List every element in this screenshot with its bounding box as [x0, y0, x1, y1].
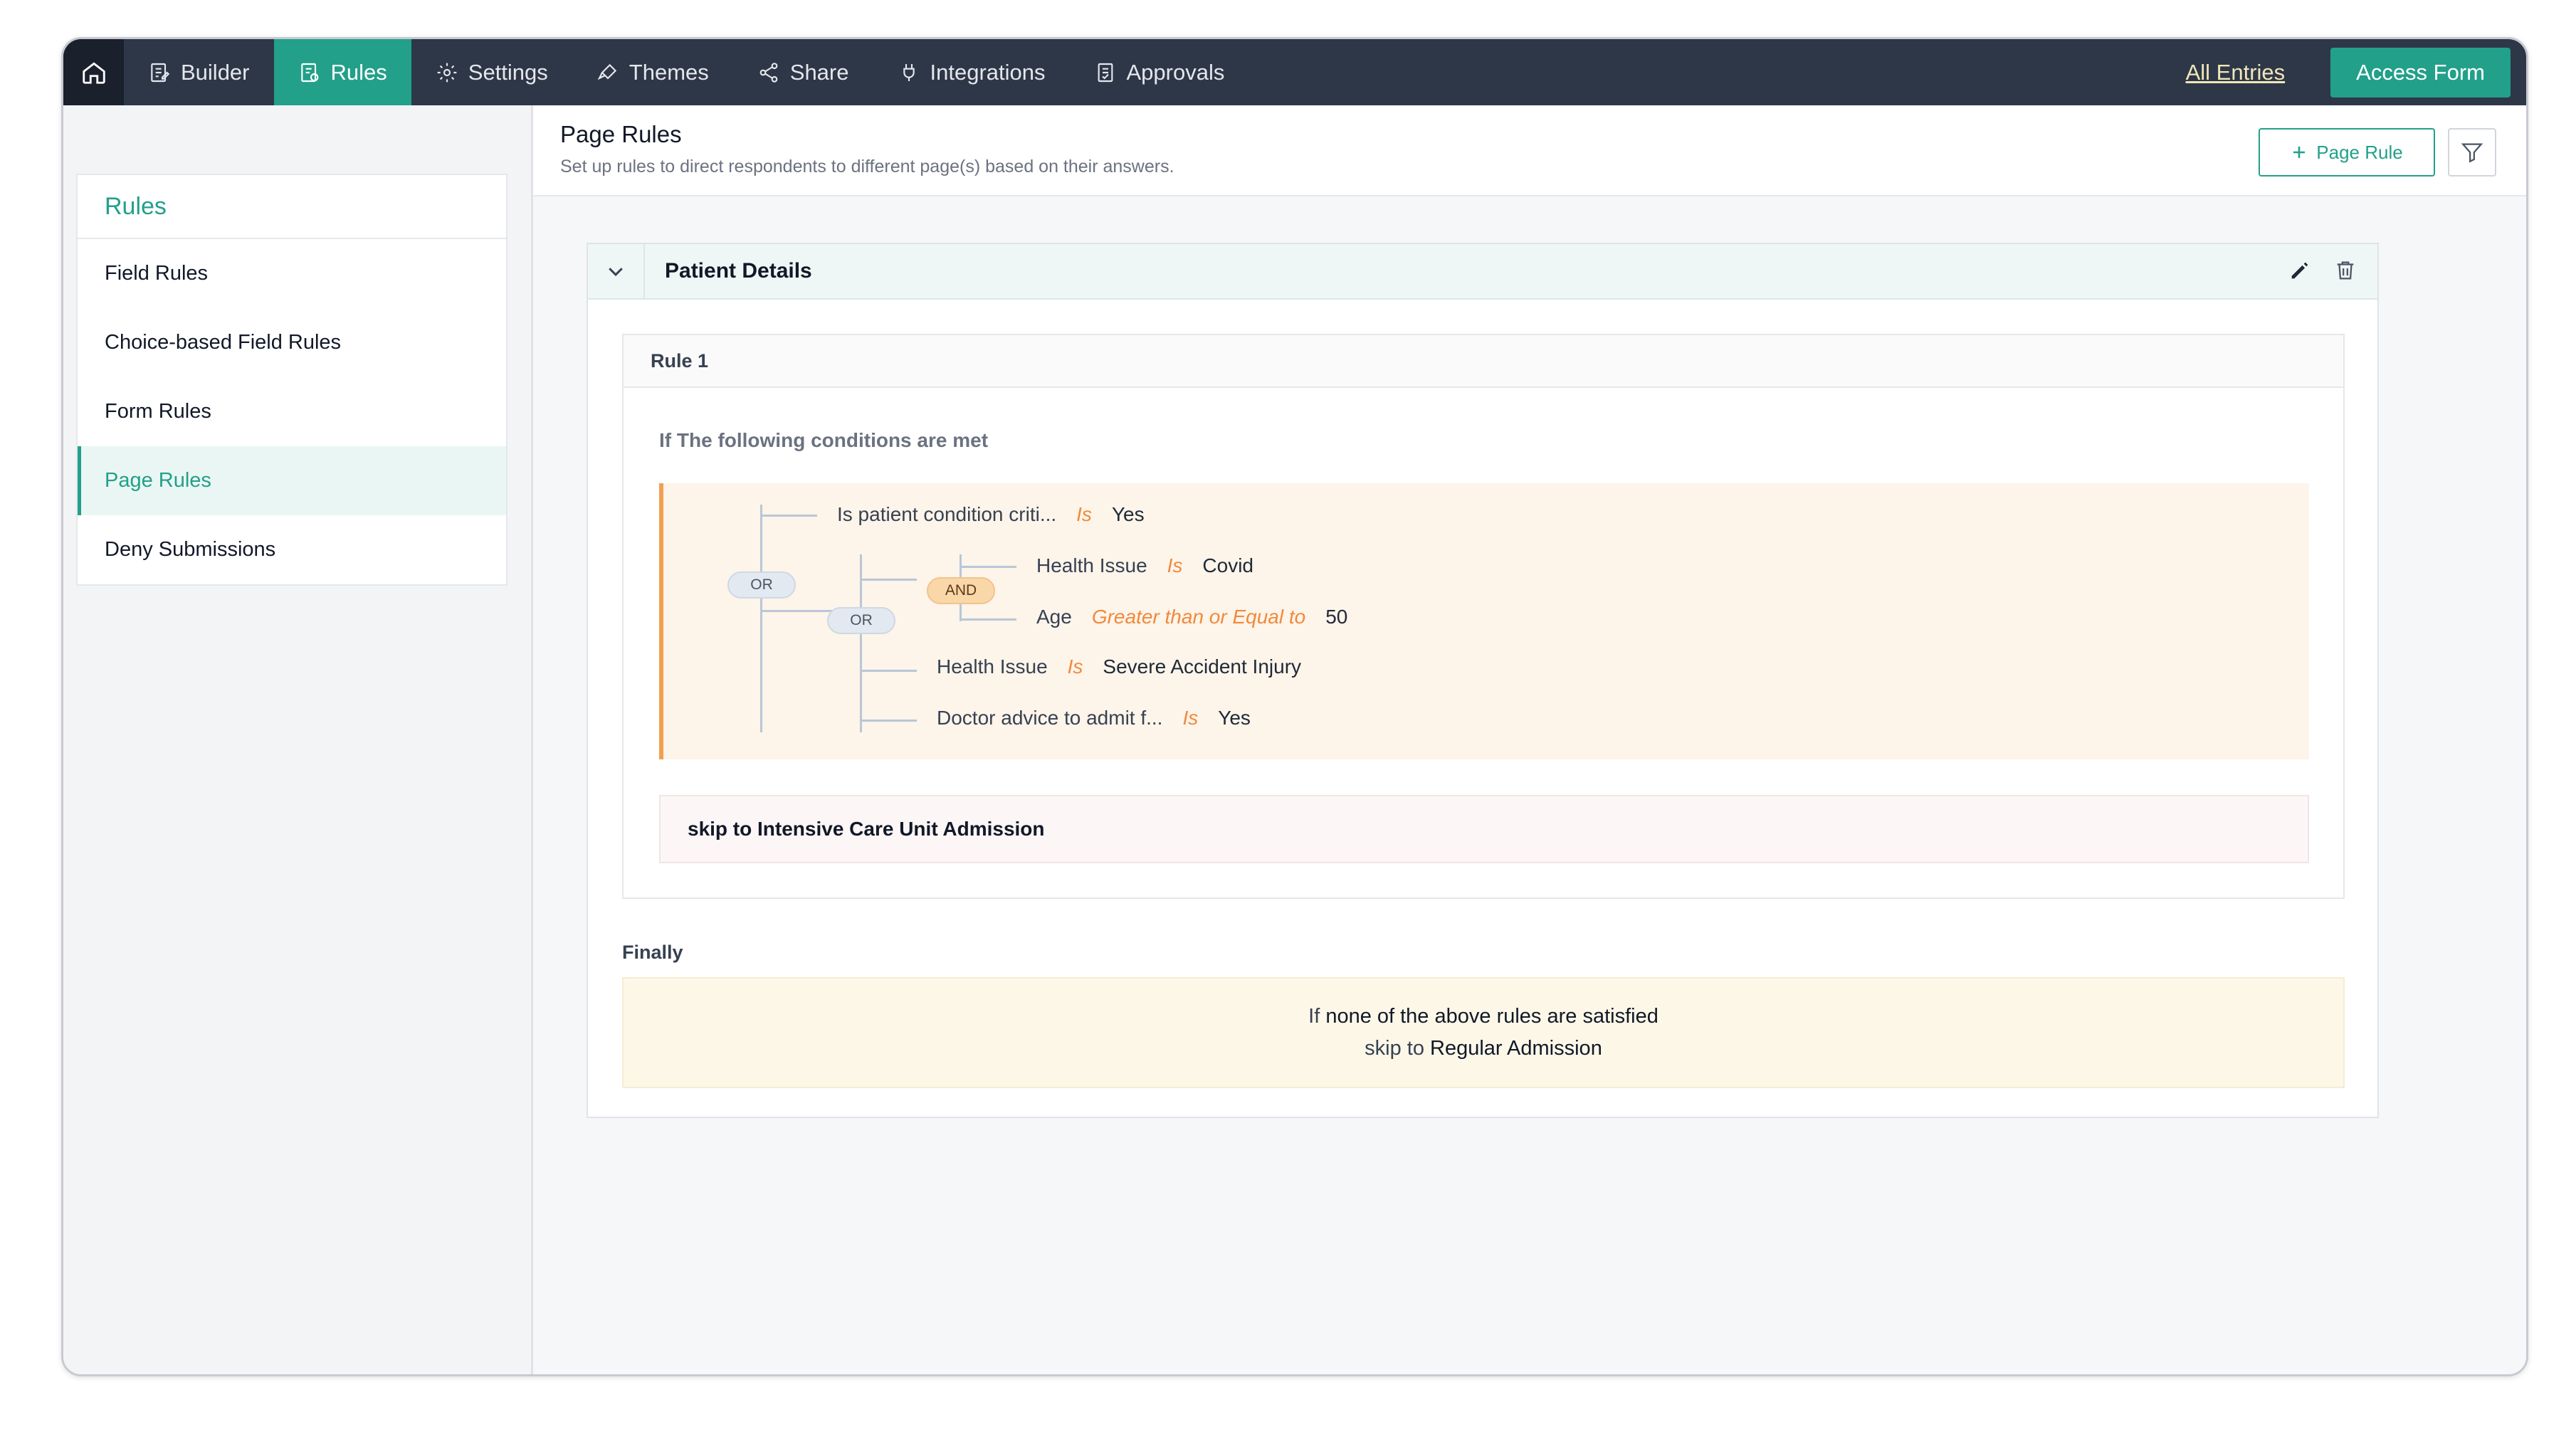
rule-card: Rule 1 If The following conditions are m…	[622, 334, 2345, 899]
filter-icon	[2461, 143, 2483, 163]
delete-button[interactable]	[2333, 258, 2357, 283]
finally-line-2-prefix: skip to	[1365, 1037, 1431, 1060]
tab-settings-label: Settings	[468, 59, 548, 85]
add-page-rule-label: Page Rule	[2316, 141, 2403, 163]
page-title: Page Rules	[560, 121, 682, 147]
page-section: Patient Details Rule 1 If The following …	[587, 243, 2379, 1118]
home-button[interactable]	[63, 39, 124, 105]
sidebar-item-field-rules[interactable]: Field Rules	[78, 239, 506, 308]
section-title: Patient Details	[665, 259, 812, 283]
condition-operator: Greater than or Equal to	[1091, 606, 1306, 628]
main-content: Page Rules Set up rules to direct respon…	[533, 105, 2526, 1374]
condition-value: Covid	[1202, 554, 1254, 576]
tab-builder[interactable]: Builder	[124, 39, 274, 105]
condition-row: Age Greater than or Equal to 50	[1036, 606, 1347, 628]
or-group-badge[interactable]: OR	[827, 607, 895, 634]
tree-line	[760, 515, 817, 517]
condition-value: Severe Accident Injury	[1103, 655, 1302, 678]
tree-line	[960, 618, 1016, 621]
condition-field: Doctor advice to admit f...	[937, 707, 1163, 729]
brush-icon	[597, 63, 616, 80]
section-header: Patient Details	[588, 243, 2377, 300]
condition-operator: Is	[1067, 655, 1083, 678]
tab-integrations-label: Integrations	[930, 59, 1046, 85]
home-icon	[82, 62, 105, 84]
or-group-badge[interactable]: OR	[727, 571, 796, 599]
condition-value: 50	[1325, 606, 1348, 628]
tab-share[interactable]: Share	[733, 39, 873, 105]
edit-button[interactable]	[2288, 258, 2312, 283]
tab-builder-label: Builder	[181, 59, 250, 85]
condition-field: Health Issue	[1036, 554, 1147, 576]
all-entries-link[interactable]: All Entries	[2186, 60, 2286, 85]
chevron-down-icon	[609, 268, 623, 277]
section-tools	[2288, 258, 2357, 283]
trash-icon	[2337, 261, 2354, 280]
tab-approvals[interactable]: Approvals	[1070, 39, 1249, 105]
sidebar-item-page-rules[interactable]: Page Rules	[78, 446, 506, 515]
gear-icon	[437, 63, 457, 82]
sidebar-item-form-rules[interactable]: Form Rules	[78, 377, 506, 446]
finally-line-1: If none of the above rules are satisfied	[1308, 1005, 1658, 1028]
and-group-badge[interactable]: AND	[927, 577, 995, 604]
tree-line	[760, 505, 762, 732]
tab-themes-label: Themes	[629, 59, 709, 85]
rules-icon	[300, 63, 318, 82]
condition-row: Health Issue Is Severe Accident Injury	[937, 655, 1301, 678]
left-panel: Rules Field Rules Choice-based Field Rul…	[63, 105, 533, 1374]
condition-field: Health Issue	[937, 655, 1048, 678]
plug-icon	[903, 63, 915, 81]
rules-menu-title: Rules	[78, 175, 506, 239]
tree-line	[860, 670, 917, 672]
condition-value: Yes	[1111, 503, 1145, 525]
add-page-rule-button[interactable]: Page Rule	[2259, 128, 2435, 176]
pencil-icon	[2291, 262, 2308, 279]
finally-line-1-prefix: If	[1308, 1005, 1326, 1028]
plus-icon	[2293, 147, 2306, 158]
top-nav: Builder Rules Settings Themes Share Inte…	[63, 39, 2526, 105]
page-header: Page Rules Set up rules to direct respon…	[533, 105, 2526, 196]
tab-share-label: Share	[789, 59, 849, 85]
condition-row: Doctor advice to admit f... Is Yes	[937, 707, 1251, 729]
condition-row: Is patient condition criti... Is Yes	[837, 503, 1145, 526]
condition-row: Health Issue Is Covid	[1036, 554, 1253, 577]
rule-title: Rule 1	[624, 335, 2343, 388]
condition-group: OR OR AND Is patient condition criti... …	[659, 483, 2309, 759]
tab-integrations[interactable]: Integrations	[873, 39, 1070, 105]
tab-themes[interactable]: Themes	[572, 39, 733, 105]
condition-operator: Is	[1182, 707, 1199, 729]
condition-label: If The following conditions are met	[659, 429, 989, 451]
condition-value: Yes	[1218, 707, 1251, 729]
sidebar-item-deny-submissions[interactable]: Deny Submissions	[78, 515, 506, 584]
tab-rules[interactable]: Rules	[273, 39, 411, 105]
condition-operator: Is	[1076, 503, 1092, 525]
share-icon	[759, 62, 778, 83]
rules-menu: Rules Field Rules Choice-based Field Rul…	[76, 174, 508, 586]
tree-line	[860, 720, 917, 722]
condition-operator: Is	[1167, 554, 1183, 576]
finally-line-1-bold: none of the above rules are satisfied	[1325, 1005, 1658, 1028]
filter-button[interactable]	[2448, 128, 2496, 176]
tab-rules-label: Rules	[330, 59, 387, 85]
tab-settings[interactable]: Settings	[411, 39, 572, 105]
rule-action: skip to Intensive Care Unit Admission	[659, 795, 2309, 863]
finally-label: Finally	[622, 942, 683, 963]
sidebar-item-choice-based-field-rules[interactable]: Choice-based Field Rules	[78, 308, 506, 377]
builder-icon	[151, 63, 170, 82]
finally-action: If none of the above rules are satisfied…	[622, 977, 2345, 1088]
condition-field: Age	[1036, 606, 1072, 628]
app-window: Builder Rules Settings Themes Share Inte…	[61, 37, 2528, 1376]
page-subtitle: Set up rules to direct respondents to di…	[560, 157, 1174, 176]
collapse-toggle[interactable]	[588, 243, 645, 299]
tree-line	[860, 579, 917, 581]
tab-approvals-label: Approvals	[1126, 59, 1225, 85]
access-form-button[interactable]: Access Form	[2330, 47, 2511, 98]
finally-line-2-bold: Regular Admission	[1430, 1037, 1602, 1060]
condition-field: Is patient condition criti...	[837, 503, 1057, 525]
tree-line	[860, 554, 862, 732]
finally-line-2: skip to Regular Admission	[1365, 1037, 1602, 1060]
approvals-icon	[1098, 63, 1113, 82]
tree-line	[960, 566, 1016, 568]
